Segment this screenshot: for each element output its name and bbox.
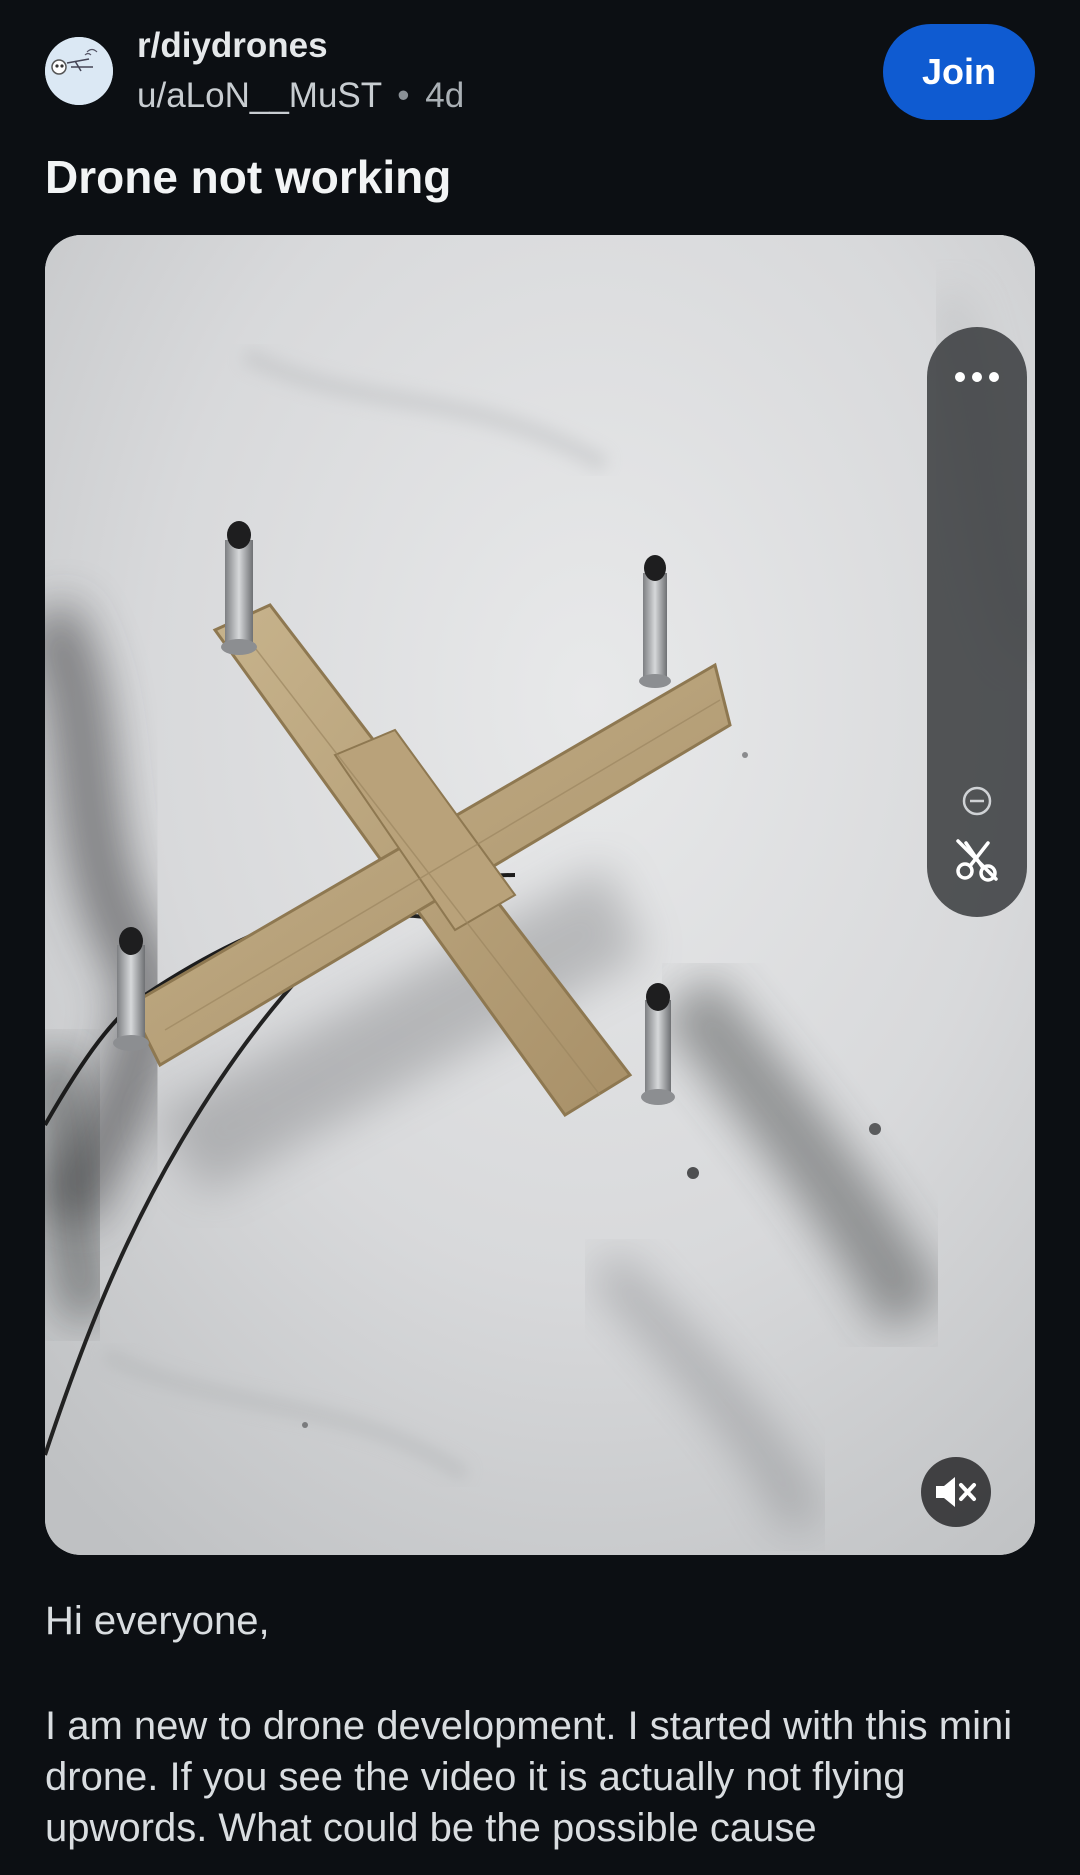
more-options-button[interactable] xyxy=(927,347,1027,407)
post-body-paragraph: I am new to drone development. I started… xyxy=(45,1704,1013,1850)
subreddit-avatar[interactable] xyxy=(45,37,113,105)
post-age: 4d xyxy=(425,76,465,115)
volume-muted-icon xyxy=(936,1477,976,1507)
motor-bottom-right xyxy=(641,983,675,1105)
video-side-panel xyxy=(927,327,1027,917)
minus-circle-icon xyxy=(962,786,992,816)
subreddit-logo-icon xyxy=(45,37,113,105)
author-name[interactable]: u/aLoN__MuST xyxy=(137,76,382,115)
subreddit-name[interactable]: r/diydrones xyxy=(137,26,328,66)
motor-top-left xyxy=(221,521,257,655)
zoom-out-button[interactable] xyxy=(961,785,993,817)
post-meta: u/aLoN__MuST • 4d xyxy=(137,76,464,116)
crop-toggle-button[interactable] xyxy=(952,835,1002,885)
video-player[interactable] xyxy=(45,235,1035,1555)
post-body-paragraph: Hi everyone, xyxy=(45,1599,270,1643)
motor-top-right xyxy=(639,555,671,688)
post-header: r/diydrones u/aLoN__MuST • 4d Join xyxy=(45,22,1035,127)
scissors-off-icon xyxy=(956,839,998,882)
mute-button[interactable] xyxy=(921,1457,991,1527)
video-frame xyxy=(45,235,1035,1555)
join-button[interactable]: Join xyxy=(883,24,1035,120)
post-title[interactable]: Drone not working xyxy=(45,150,451,204)
meta-separator: • xyxy=(397,76,410,115)
motor-bottom-left xyxy=(113,927,149,1051)
more-dots-icon xyxy=(955,372,999,382)
